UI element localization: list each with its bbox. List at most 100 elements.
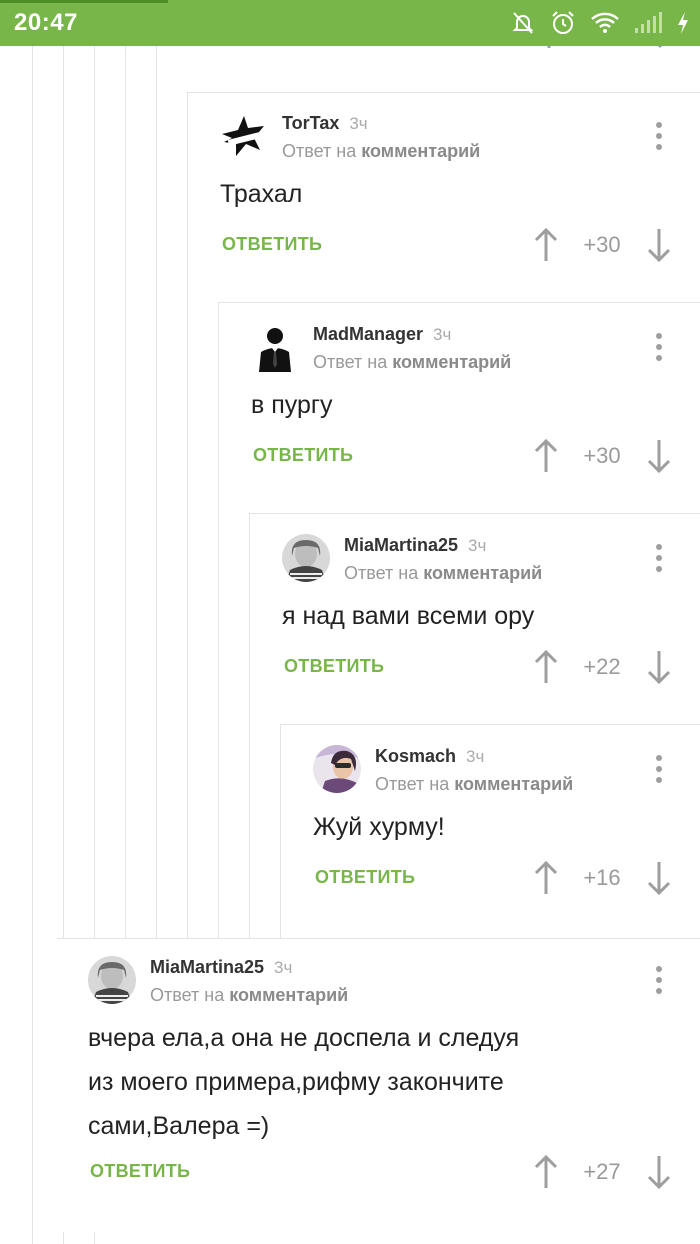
downvote-arrow-icon[interactable] <box>644 1154 674 1190</box>
status-icons <box>510 8 690 38</box>
photo-avatar <box>282 534 330 582</box>
avatar[interactable] <box>251 324 299 372</box>
comment-text-line: я над вами всеми ору <box>282 602 535 630</box>
comment-text-line: сами,Валера =) <box>88 1112 270 1140</box>
businessman-avatar <box>259 328 291 372</box>
thread-line <box>218 302 219 938</box>
downvote-arrow-icon[interactable] <box>644 227 674 263</box>
comment-text-line: Трахал <box>220 180 303 208</box>
downvote-arrow-icon[interactable] <box>644 438 674 474</box>
rating: +27 <box>583 1159 621 1184</box>
comment-author[interactable]: Kosmach 3ч <box>375 746 484 767</box>
reply-to: Ответ на комментарий <box>282 141 480 162</box>
alarm-off-icon <box>512 12 534 34</box>
more-options-icon[interactable] <box>644 118 674 154</box>
star-splat-avatar <box>222 116 264 156</box>
reply-prefix: Ответ на <box>344 563 419 583</box>
load-progress-bar <box>0 0 168 3</box>
thread-line <box>280 724 700 725</box>
reply-button[interactable]: ОТВЕТИТЬ <box>253 445 353 466</box>
reply-button[interactable]: ОТВЕТИТЬ <box>90 1161 190 1182</box>
author-name[interactable]: MadManager <box>313 324 423 344</box>
thread-line <box>94 1232 95 1244</box>
reply-prefix: Ответ на <box>150 985 225 1005</box>
thread-line <box>249 513 700 514</box>
comment-author[interactable]: MiaMartina25 3ч <box>150 957 292 978</box>
avatar[interactable] <box>88 956 136 1004</box>
status-time: 20:47 <box>14 9 78 36</box>
more-options-icon[interactable] <box>644 329 674 365</box>
more-options-icon[interactable] <box>644 751 674 787</box>
avatar[interactable] <box>220 112 268 160</box>
thread-line <box>63 46 64 938</box>
comment-text-line: в пургу <box>251 391 333 419</box>
reply-prefix: Ответ на <box>313 352 388 372</box>
thread-line <box>32 46 33 1244</box>
photo-avatar <box>313 745 361 793</box>
reply-target-link[interactable]: комментарий <box>423 563 542 583</box>
comment-text: я над вами всеми ору <box>282 594 534 638</box>
thread-line <box>94 46 95 938</box>
comment-text: вчера ела,а она не доспела и следуя из м… <box>88 1016 519 1148</box>
comment-text-line: из моего примера,рифму закончите <box>88 1068 504 1096</box>
thread-line <box>63 1232 64 1244</box>
avatar[interactable] <box>282 534 330 582</box>
upvote-arrow-icon[interactable] <box>531 1154 561 1190</box>
upvote-arrow-icon[interactable] <box>531 860 561 896</box>
rating: +30 <box>583 443 621 468</box>
reply-prefix: Ответ на <box>375 774 450 794</box>
author-name[interactable]: Kosmach <box>375 746 456 766</box>
rating: +30 <box>583 232 621 257</box>
charging-icon <box>678 12 688 34</box>
photo-avatar <box>88 956 136 1004</box>
thread-line <box>218 302 700 303</box>
comment-author[interactable]: TorTax 3ч <box>282 113 368 134</box>
rating: +16 <box>583 865 621 890</box>
thread-line <box>280 724 281 938</box>
thread-line <box>125 46 126 938</box>
comment-time: 3ч <box>274 958 293 977</box>
avatar[interactable] <box>313 745 361 793</box>
downvote-arrow-icon[interactable] <box>644 860 674 896</box>
reply-target-link[interactable]: комментарий <box>392 352 511 372</box>
wifi-icon <box>591 12 619 33</box>
comment-time: 3ч <box>349 114 368 133</box>
thread-line <box>187 92 700 93</box>
comment-time: 3ч <box>433 325 452 344</box>
author-name[interactable]: TorTax <box>282 113 339 133</box>
reply-target-link[interactable]: комментарий <box>454 774 573 794</box>
reply-button[interactable]: ОТВЕТИТЬ <box>222 234 322 255</box>
upvote-arrow-icon[interactable] <box>531 227 561 263</box>
alarm-icon <box>552 11 574 34</box>
comment-text: Жуй хурму! <box>313 805 445 849</box>
upvote-arrow-icon[interactable] <box>531 438 561 474</box>
comment-time: 3ч <box>466 747 485 766</box>
upvote-arrow-icon[interactable] <box>531 649 561 685</box>
comment-time: 3ч <box>468 536 487 555</box>
reply-to: Ответ на комментарий <box>375 774 573 795</box>
more-options-icon[interactable] <box>644 962 674 998</box>
comment-text: Трахал <box>220 172 302 216</box>
thread-line <box>249 513 250 938</box>
thread-line <box>57 938 700 939</box>
downvote-arrow-icon[interactable] <box>644 649 674 685</box>
comment-author[interactable]: MiaMartina25 3ч <box>344 535 486 556</box>
reply-target-link[interactable]: комментарий <box>229 985 348 1005</box>
reply-button[interactable]: ОТВЕТИТЬ <box>284 656 384 677</box>
reply-to: Ответ на комментарий <box>150 985 348 1006</box>
reply-to: Ответ на комментарий <box>344 563 542 584</box>
reply-to: Ответ на комментарий <box>313 352 511 373</box>
reply-target-link[interactable]: комментарий <box>361 141 480 161</box>
status-bar: 20:47 <box>0 0 700 46</box>
thread-line <box>156 46 157 938</box>
author-name[interactable]: MiaMartina25 <box>344 535 458 555</box>
signal-icon <box>635 12 662 33</box>
author-name[interactable]: MiaMartina25 <box>150 957 264 977</box>
thread-line <box>187 92 188 938</box>
more-options-icon[interactable] <box>644 540 674 576</box>
comment-text-line: Жуй хурму! <box>313 813 445 841</box>
comment-author[interactable]: MadManager 3ч <box>313 324 451 345</box>
reply-button[interactable]: ОТВЕТИТЬ <box>315 867 415 888</box>
comment-text-line: вчера ела,а она не доспела и следуя <box>88 1024 520 1052</box>
comment-text: в пургу <box>251 383 333 427</box>
